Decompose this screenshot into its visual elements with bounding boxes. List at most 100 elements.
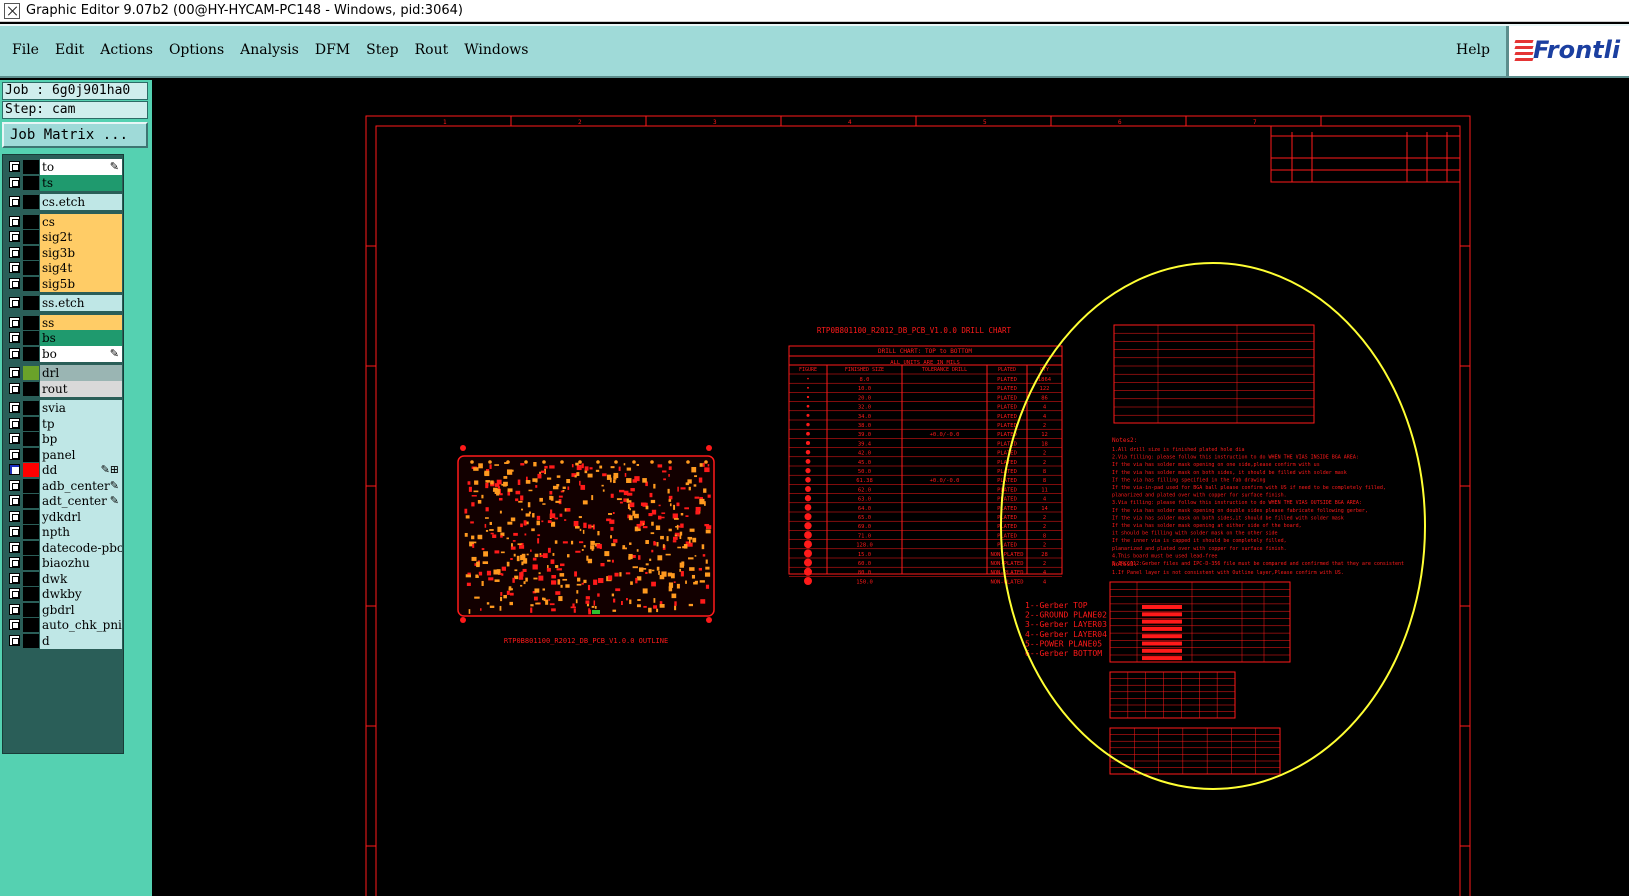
layer-name[interactable]: datecode-pbc <box>40 539 122 556</box>
layer-row-svia[interactable]: svia <box>3 400 123 416</box>
layer-row-d[interactable]: d <box>3 632 123 649</box>
layer-row-sig3b[interactable]: sig3b <box>3 244 123 261</box>
layer-checkbox[interactable] <box>9 464 20 475</box>
layer-name[interactable]: ss <box>40 314 122 331</box>
layer-color-swatch[interactable] <box>23 331 39 345</box>
layer-name[interactable]: bo ✎ <box>40 345 122 362</box>
layer-row-rout[interactable]: rout <box>3 380 123 397</box>
layer-color-swatch[interactable] <box>23 381 39 396</box>
menu-step[interactable]: Step <box>366 42 398 58</box>
layer-row-cs[interactable]: cs <box>3 213 123 230</box>
layer-row-bs[interactable]: bs <box>3 330 123 346</box>
layer-color-swatch[interactable] <box>23 416 39 431</box>
layer-color-swatch[interactable] <box>23 276 39 291</box>
layer-checkbox[interactable] <box>9 510 20 522</box>
layer-color-swatch[interactable] <box>23 296 39 310</box>
layer-row-npth[interactable]: npth <box>3 524 123 540</box>
layer-checkbox[interactable] <box>9 433 20 444</box>
layer-row-cs.etch[interactable]: cs.etch <box>3 194 123 210</box>
layer-name[interactable]: ts <box>40 174 122 191</box>
layer-color-swatch[interactable] <box>23 463 39 477</box>
layer-name[interactable]: auto_chk_pni <box>40 617 122 633</box>
layer-row-to[interactable]: to ✎ <box>3 159 123 175</box>
layer-name[interactable]: drl <box>40 365 122 381</box>
layer-name[interactable]: sig4t <box>40 260 122 276</box>
layer-color-swatch[interactable] <box>23 261 39 275</box>
layer-name[interactable]: biaozhu <box>40 555 122 571</box>
layer-name[interactable]: npth <box>40 524 122 540</box>
layer-checkbox[interactable] <box>9 246 20 258</box>
layer-color-swatch[interactable] <box>23 401 39 415</box>
layer-checkbox[interactable] <box>9 176 20 188</box>
layer-row-drl[interactable]: drl <box>3 365 123 381</box>
menu-analysis[interactable]: Analysis <box>240 42 299 58</box>
layer-checkbox[interactable] <box>9 495 20 506</box>
layer-checkbox[interactable] <box>9 262 20 273</box>
layer-name[interactable]: ss.etch <box>40 295 122 311</box>
layer-checkbox[interactable] <box>9 619 20 630</box>
layer-color-swatch[interactable] <box>23 175 39 190</box>
layer-row-sig2t[interactable]: sig2t <box>3 229 123 245</box>
layer-color-swatch[interactable] <box>23 618 39 632</box>
layer-checkbox[interactable] <box>9 316 20 328</box>
menu-options[interactable]: Options <box>169 42 224 58</box>
layer-color-swatch[interactable] <box>23 571 39 586</box>
layer-name[interactable]: svia <box>40 400 122 416</box>
layer-checkbox[interactable] <box>9 572 20 584</box>
help-menu[interactable]: Help <box>1456 42 1490 58</box>
layer-name[interactable]: dd ✎⊞ <box>40 462 122 478</box>
layer-row-ts[interactable]: ts <box>3 174 123 191</box>
layer-name[interactable]: dwk <box>40 570 122 587</box>
layer-color-swatch[interactable] <box>23 556 39 570</box>
graphics-canvas[interactable]: 1 2 3 4 5 6 7 RTP0B801100_R2012_DB_PCB_V1.0.0 O… <box>152 80 1629 896</box>
layer-name[interactable]: dwkby <box>40 586 122 602</box>
layer-name[interactable]: sig3b <box>40 244 122 261</box>
layer-name[interactable]: cs <box>40 213 122 230</box>
layer-checkbox[interactable] <box>9 634 20 646</box>
menu-rout[interactable]: Rout <box>415 42 449 58</box>
layer-name[interactable]: sig5b <box>40 275 122 292</box>
layer-checkbox[interactable] <box>9 332 20 343</box>
menu-actions[interactable]: Actions <box>100 42 153 58</box>
layer-checkbox[interactable] <box>9 526 20 537</box>
layer-row-dwkby[interactable]: dwkby <box>3 586 123 602</box>
layer-color-swatch[interactable] <box>23 587 39 601</box>
layer-checkbox[interactable] <box>9 231 20 242</box>
layer-row-ss[interactable]: ss <box>3 314 123 331</box>
layer-row-adt_center[interactable]: adt_center ✎ <box>3 493 123 509</box>
layer-checkbox[interactable] <box>9 347 20 359</box>
layer-name[interactable]: adt_center ✎ <box>40 493 122 509</box>
layer-checkbox[interactable] <box>9 588 20 599</box>
layer-checkbox[interactable] <box>9 161 20 172</box>
layer-row-adb_center[interactable]: adb_center ✎ <box>3 477 123 494</box>
layer-checkbox[interactable] <box>9 382 20 394</box>
layer-color-swatch[interactable] <box>23 509 39 524</box>
layer-name[interactable]: bs <box>40 330 122 346</box>
layer-checkbox[interactable] <box>9 297 20 308</box>
layer-row-biaozhu[interactable]: biaozhu <box>3 555 123 571</box>
layer-color-swatch[interactable] <box>23 447 39 462</box>
layer-checkbox[interactable] <box>9 196 20 207</box>
layer-color-swatch[interactable] <box>23 214 39 229</box>
layer-color-swatch[interactable] <box>23 315 39 330</box>
layer-name[interactable]: adb_center ✎ <box>40 477 122 494</box>
layer-name[interactable]: panel <box>40 446 122 463</box>
layer-color-swatch[interactable] <box>23 432 39 446</box>
layer-row-sig4t[interactable]: sig4t <box>3 260 123 276</box>
layer-row-gbdrl[interactable]: gbdrl <box>3 601 123 618</box>
layer-checkbox[interactable] <box>9 541 20 553</box>
layer-row-datecode-pbc[interactable]: datecode-pbc <box>3 539 123 556</box>
layer-row-panel[interactable]: panel <box>3 446 123 463</box>
layer-row-ss.etch[interactable]: ss.etch <box>3 295 123 311</box>
layer-name[interactable]: cs.etch <box>40 194 122 210</box>
layer-name[interactable]: gbdrl <box>40 601 122 618</box>
layer-color-swatch[interactable] <box>23 602 39 617</box>
menu-file[interactable]: File <box>12 42 39 58</box>
layer-name[interactable]: tp <box>40 415 122 432</box>
layer-checkbox[interactable] <box>9 367 20 378</box>
layer-row-auto_chk_pni[interactable]: auto_chk_pni <box>3 617 123 633</box>
layer-row-sig5b[interactable]: sig5b <box>3 275 123 292</box>
layer-checkbox[interactable] <box>9 215 20 227</box>
menu-windows[interactable]: Windows <box>464 42 528 58</box>
layer-color-swatch[interactable] <box>23 160 39 174</box>
